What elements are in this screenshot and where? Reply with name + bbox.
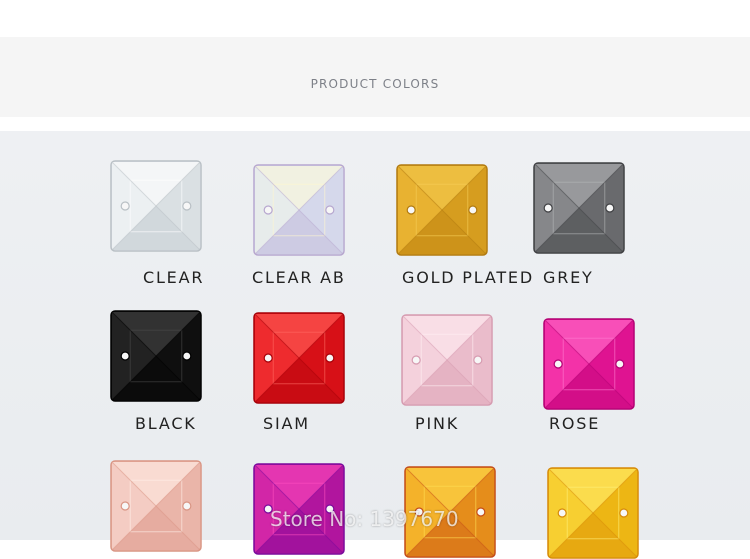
rhinestone-icon <box>110 460 202 552</box>
rhinestone-icon <box>401 314 493 406</box>
gem-swatch <box>401 314 493 406</box>
rhinestone-icon <box>110 310 202 402</box>
gem-swatch <box>110 460 202 552</box>
gem-swatch <box>253 312 345 404</box>
rhinestone-icon <box>253 312 345 404</box>
gem-swatch <box>547 467 639 559</box>
rhinestone-icon <box>253 164 345 256</box>
swatch-label: GOLD PLATED <box>402 268 534 287</box>
section-title: PRODUCT COLORS <box>310 77 440 91</box>
gem-swatch <box>396 164 488 256</box>
rhinestone-icon <box>547 467 639 559</box>
swatch-label: PINK <box>415 414 460 433</box>
gem-swatch <box>533 162 625 254</box>
swatch-label: ROSE <box>549 414 601 433</box>
gem-swatch <box>253 164 345 256</box>
rhinestone-icon <box>543 318 635 410</box>
swatch-label: CLEAR AB <box>252 268 346 287</box>
swatch-label: GREY <box>543 268 594 287</box>
store-watermark: Store No: 1397670 <box>270 507 459 531</box>
rhinestone-icon <box>396 164 488 256</box>
gem-swatch <box>543 318 635 410</box>
swatch-label: SIAM <box>263 414 310 433</box>
rhinestone-icon <box>110 160 202 252</box>
gem-swatch <box>110 160 202 252</box>
rhinestone-icon <box>533 162 625 254</box>
swatch-label: BLACK <box>135 414 197 433</box>
gem-swatch <box>110 310 202 402</box>
swatch-label: CLEAR <box>143 268 205 287</box>
